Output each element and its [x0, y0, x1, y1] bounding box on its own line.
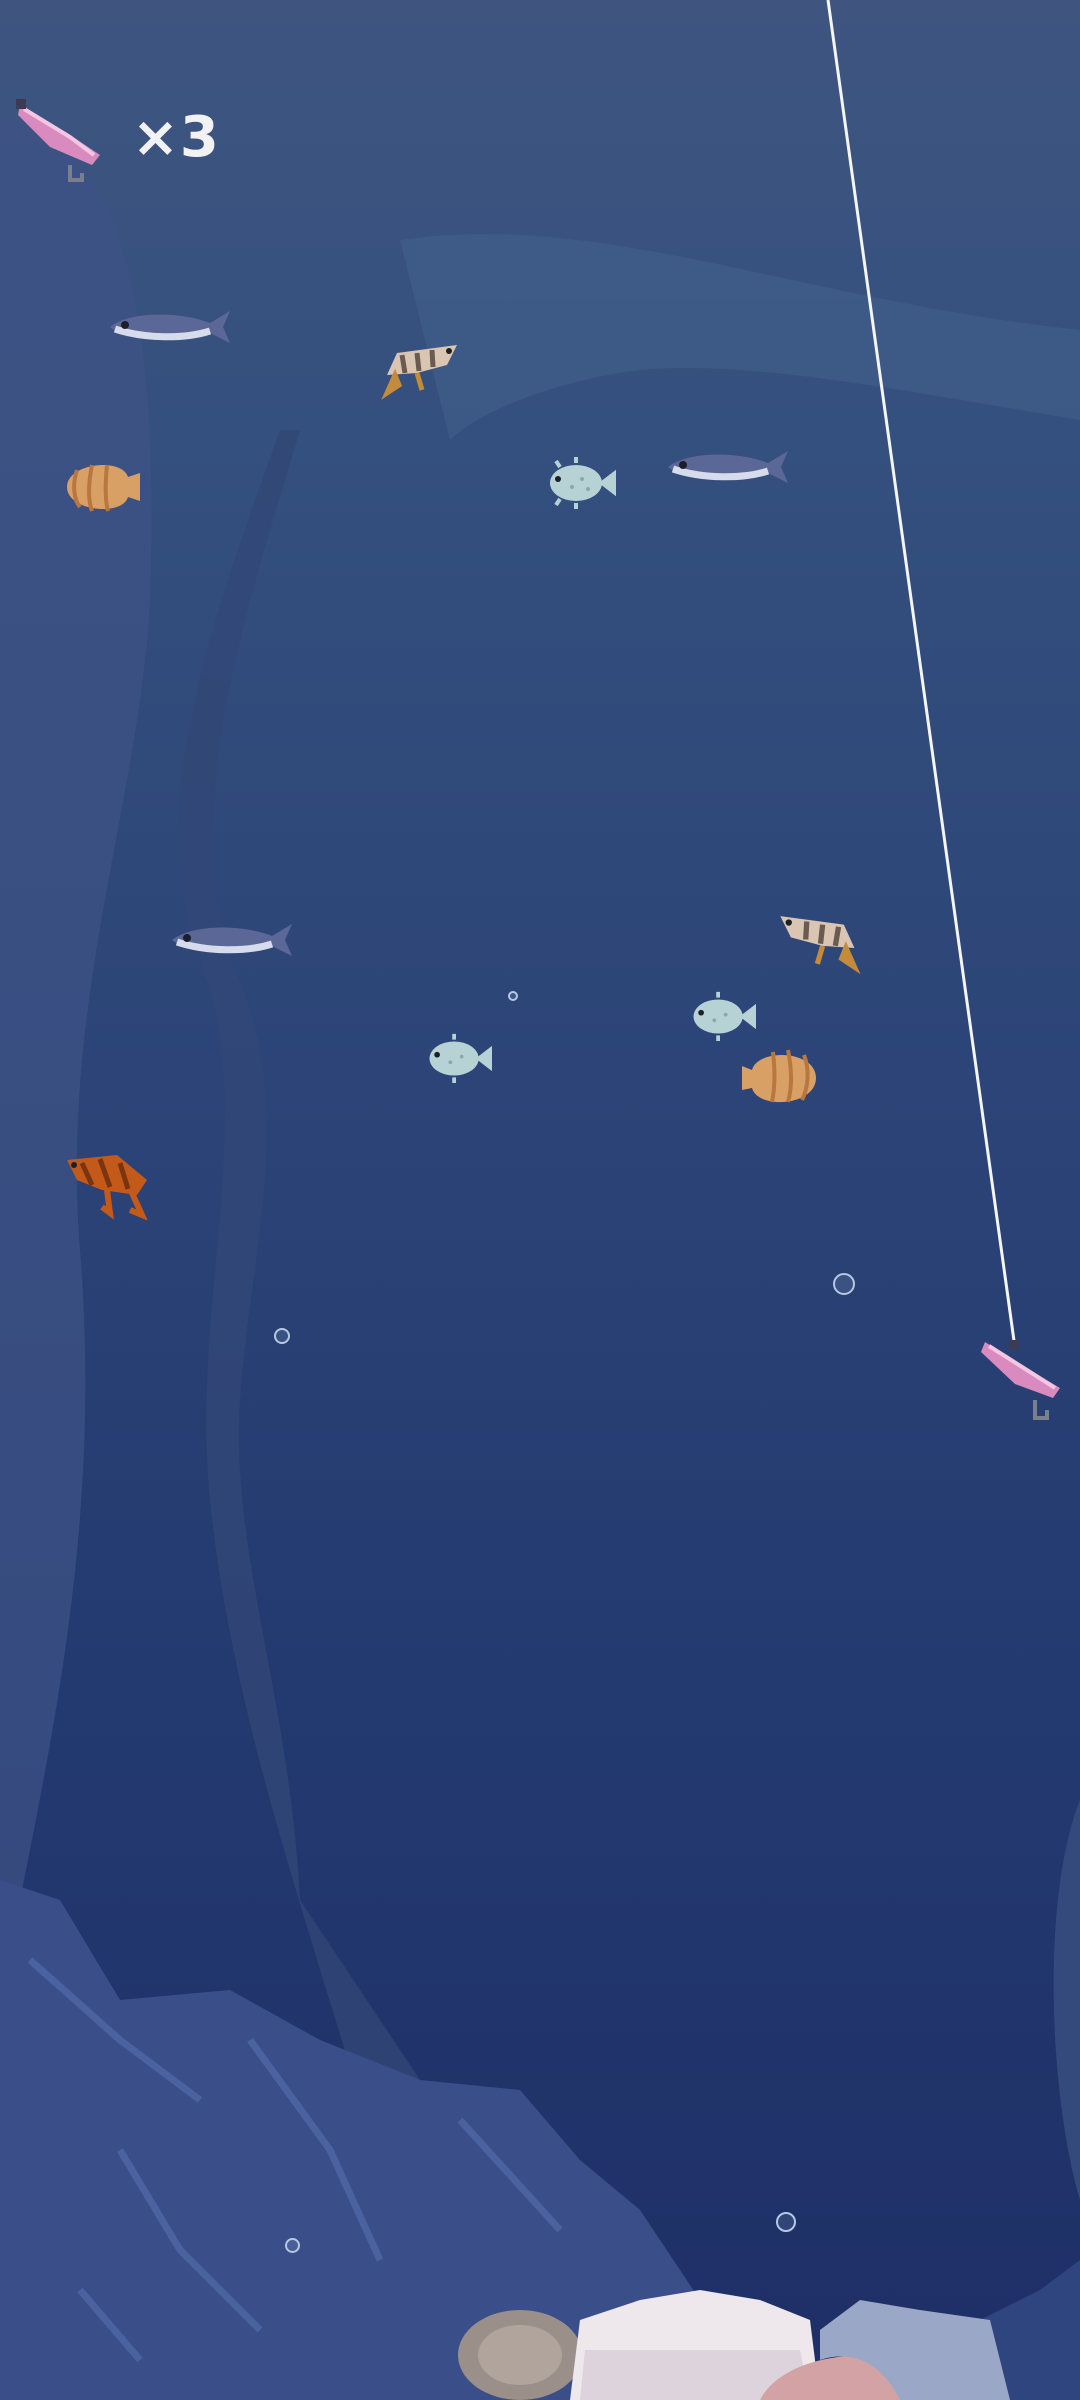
pink-shrimp-bait-icon — [16, 99, 100, 182]
pufferfish[interactable] — [540, 455, 616, 510]
cave-wall-right — [1053, 1800, 1080, 2200]
bubble-icon — [776, 2212, 796, 2232]
bait-hook-icon[interactable] — [975, 1330, 1065, 1425]
shrimp[interactable] — [775, 905, 865, 975]
bubble-icon — [833, 1273, 855, 1295]
rock-pillar — [178, 430, 420, 2100]
underwater-background — [0, 0, 1080, 2400]
cave-wall-left — [0, 120, 152, 1900]
pufferfish[interactable] — [684, 990, 756, 1042]
sardine[interactable] — [663, 445, 793, 490]
bubble-icon — [274, 1328, 290, 1344]
fishing-line — [826, 0, 1017, 1349]
sardine[interactable] — [167, 918, 297, 963]
bait-count-text: ×3 — [132, 105, 220, 170]
sardine[interactable] — [105, 305, 235, 350]
pufferfish[interactable] — [420, 1032, 492, 1084]
scallop[interactable] — [738, 1040, 820, 1112]
upper-cave-ridge — [400, 233, 1080, 440]
shrimp[interactable] — [377, 335, 462, 400]
scallop[interactable] — [62, 455, 144, 520]
bubble-icon — [508, 991, 518, 1001]
crab[interactable] — [62, 1145, 152, 1220]
bubble-icon — [285, 2238, 300, 2253]
